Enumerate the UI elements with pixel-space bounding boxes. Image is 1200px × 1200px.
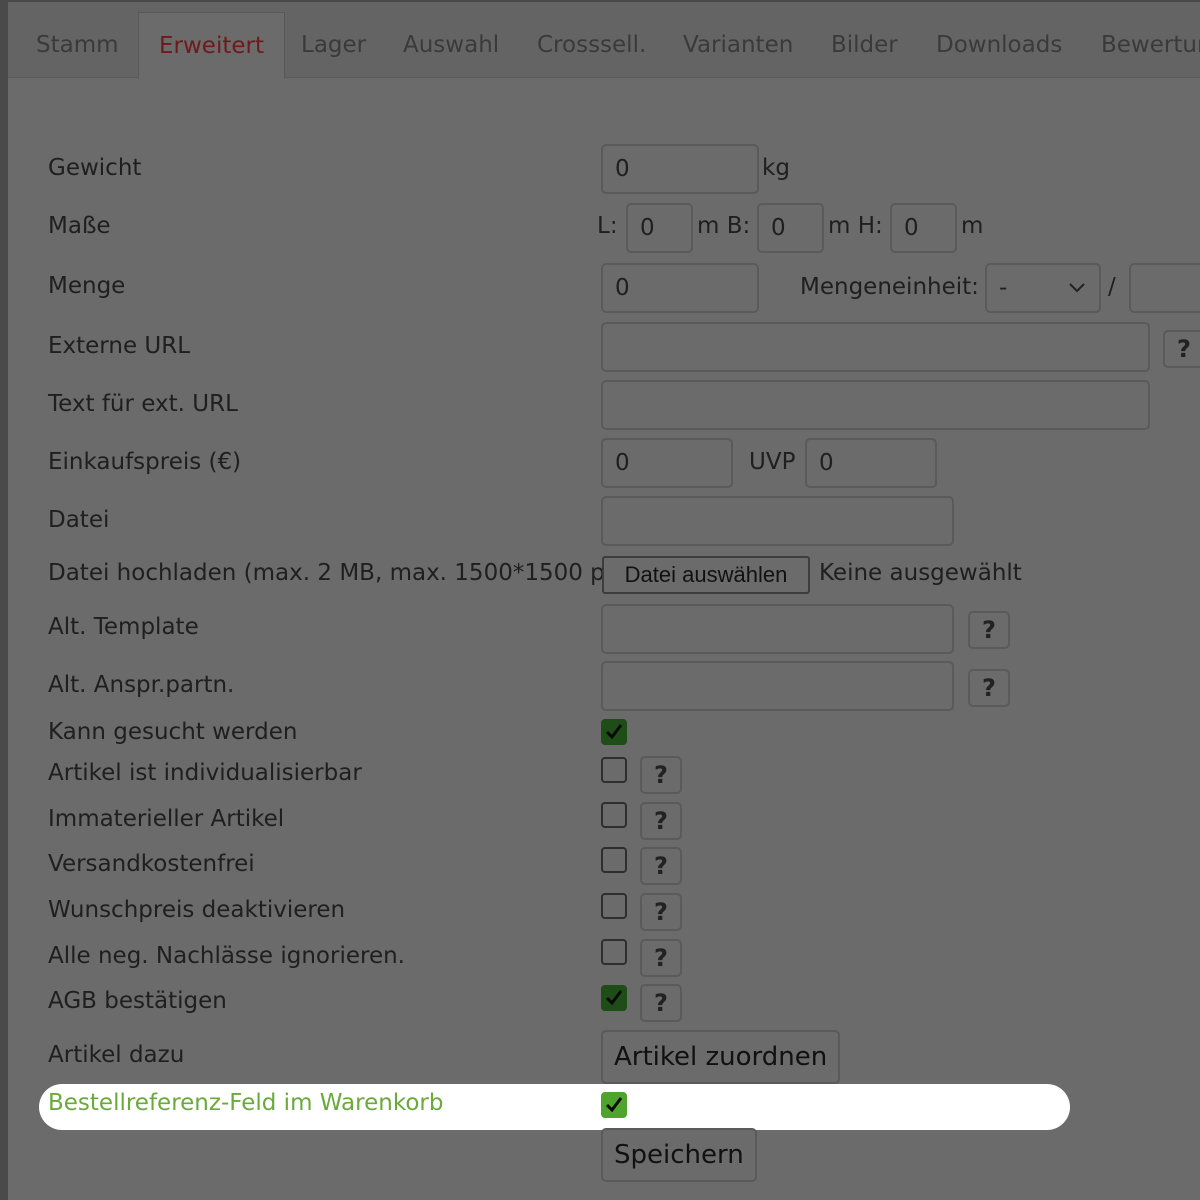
tab-auswahl[interactable]: Auswahl (383, 12, 519, 78)
ignore-discounts-checkbox[interactable] (601, 939, 627, 965)
help-icon[interactable]: ? (1163, 330, 1200, 368)
checkmark-icon (605, 990, 623, 1006)
quantity-unit-value: - (999, 275, 1008, 301)
file-input[interactable] (601, 496, 954, 546)
order-reference-checkbox[interactable] (601, 1092, 627, 1118)
weight-unit: kg (762, 155, 790, 181)
height-label: m H: (828, 213, 883, 239)
help-icon[interactable]: ? (640, 984, 682, 1022)
checkbox-label-searchable: Kann gesucht werden (48, 719, 298, 745)
length-label: L: (597, 213, 618, 239)
save-button[interactable]: Speichern (601, 1128, 757, 1182)
help-icon[interactable]: ? (968, 669, 1010, 707)
file-label: Datei (48, 507, 110, 533)
tab-bewertungen[interactable]: Bewertun (1081, 12, 1200, 78)
tab-varianten[interactable]: Varianten (663, 12, 813, 78)
dimensions-label: Maße (48, 213, 111, 239)
external-url-text-input[interactable] (601, 380, 1150, 430)
help-icon[interactable]: ? (968, 611, 1010, 649)
quantity-slash: / (1108, 274, 1116, 300)
tab-erweitert[interactable]: Erweitert (138, 12, 285, 79)
weight-label: Gewicht (48, 155, 142, 181)
window-frame (0, 0, 1200, 1200)
uvp-label: UVP (749, 449, 796, 475)
searchable-checkbox[interactable] (601, 719, 627, 745)
help-icon[interactable]: ? (640, 893, 682, 931)
upload-status: Keine ausgewählt (819, 560, 1022, 586)
agb-checkbox[interactable] (601, 985, 627, 1011)
help-icon[interactable]: ? (640, 802, 682, 840)
individualizable-checkbox[interactable] (601, 757, 627, 783)
alt-template-input[interactable] (601, 604, 954, 654)
external-url-text-label: Text für ext. URL (48, 391, 238, 417)
checkbox-label-free-shipping: Versandkostenfrei (48, 851, 255, 877)
tab-downloads[interactable]: Downloads (916, 12, 1082, 78)
checkbox-label-ignore-discounts: Alle neg. Nachlässe ignorieren. (48, 943, 405, 969)
length-input[interactable]: 0 (626, 203, 693, 253)
height-input[interactable]: 0 (890, 203, 957, 253)
weight-input[interactable]: 0 (601, 144, 759, 194)
help-icon[interactable]: ? (640, 847, 682, 885)
checkmark-icon (605, 1097, 623, 1113)
wish-price-checkbox[interactable] (601, 893, 627, 919)
free-shipping-checkbox[interactable] (601, 847, 627, 873)
external-url-label: Externe URL (48, 333, 191, 359)
tab-lager[interactable]: Lager (281, 12, 386, 78)
tab-crosssell[interactable]: Crosssell. (517, 12, 666, 78)
help-icon[interactable]: ? (640, 756, 682, 794)
width-input[interactable]: 0 (757, 203, 824, 253)
choose-file-button[interactable]: Datei auswählen (602, 556, 810, 594)
quantity-input[interactable]: 0 (601, 263, 759, 313)
purchase-price-input[interactable]: 0 (601, 438, 733, 488)
upload-label: Datei hochladen (max. 2 MB, max. 1500*15… (48, 560, 628, 586)
chevron-down-icon (1067, 265, 1087, 311)
alt-contact-input[interactable] (601, 661, 954, 711)
checkmark-icon (605, 724, 623, 740)
checkbox-label-immaterial: Immaterieller Artikel (48, 806, 285, 832)
order-reference-label: Bestellreferenz-Feld im Warenkorb (48, 1090, 444, 1116)
checkbox-label-agb: AGB bestätigen (48, 988, 227, 1014)
quantity-base-input[interactable] (1129, 263, 1200, 313)
immaterial-checkbox[interactable] (601, 802, 627, 828)
quantity-unit-select[interactable]: - (985, 263, 1101, 313)
alt-template-label: Alt. Template (48, 614, 199, 640)
purchase-price-label: Einkaufspreis (€) (48, 449, 242, 475)
quantity-label: Menge (48, 273, 126, 299)
checkbox-label-wish-price: Wunschpreis deaktivieren (48, 897, 346, 923)
assign-article-button[interactable]: Artikel zuordnen (601, 1030, 841, 1084)
article-add-label: Artikel dazu (48, 1042, 185, 1068)
external-url-input[interactable] (601, 322, 1150, 372)
tab-stamm[interactable]: Stamm (16, 12, 139, 78)
dimensions-unit: m (961, 213, 984, 239)
checkbox-label-individualizable: Artikel ist individualisierbar (48, 760, 362, 786)
width-label: m B: (697, 213, 751, 239)
quantity-unit-label: Mengeneinheit: (800, 274, 979, 300)
alt-contact-label: Alt. Anspr.partn. (48, 672, 235, 698)
help-icon[interactable]: ? (640, 939, 682, 977)
uvp-input[interactable]: 0 (805, 438, 937, 488)
tab-bar: Stamm Erweitert Lager Auswahl Crosssell.… (8, 2, 1200, 79)
tab-bilder[interactable]: Bilder (811, 12, 918, 78)
